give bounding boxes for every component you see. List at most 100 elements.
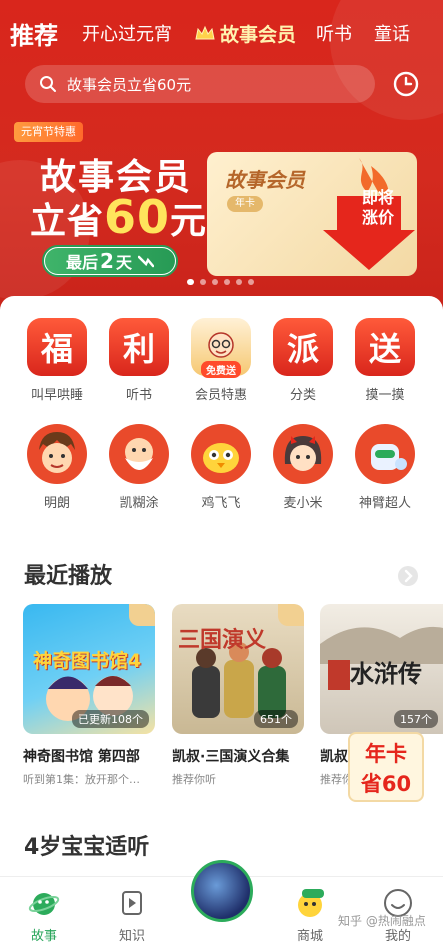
- subheadline-prefix: 立省: [30, 201, 105, 242]
- now-playing-button[interactable]: [191, 860, 253, 922]
- tab-recommend[interactable]: 推荐: [10, 16, 58, 51]
- minglang-avatar: [27, 424, 87, 484]
- banner-subheadline[interactable]: 立省60元: [30, 190, 207, 244]
- maixiaomi-avatar: [273, 424, 333, 484]
- hero-banner-area: 推荐 开心过元宵 故事会员 听书 童话 故事会员立省60元 元宵节特惠 故事会员…: [0, 0, 443, 318]
- vip-card-pill: 年卡: [227, 196, 263, 212]
- grid-item-label: 摸一摸: [365, 388, 405, 403]
- character-label: 明朗: [43, 496, 70, 511]
- vip-card-title: 故事会员: [225, 168, 305, 192]
- jifeifei-avatar: [191, 424, 251, 484]
- tab-fairy-tales[interactable]: 童话: [374, 20, 410, 46]
- character-label: 神臂超人: [358, 496, 411, 511]
- character-shenbi[interactable]: 神臂超人: [350, 424, 420, 511]
- mall-bag-icon: [298, 889, 324, 917]
- grid-item-touch[interactable]: 送 摸一摸: [350, 318, 420, 403]
- boy-face-icon: [39, 432, 75, 473]
- grid-item-label: 会员特惠: [194, 388, 247, 403]
- character-face-icon: [208, 332, 234, 358]
- album-cover-title: 三国演义: [178, 628, 267, 653]
- tab-story-vip[interactable]: 故事会员: [194, 20, 296, 47]
- album-cover-title: 神奇图书馆4: [33, 650, 142, 672]
- search-icon: [40, 76, 56, 92]
- album-card-2[interactable]: 三国演义 651个 凯叔·三国演义合集 推荐你听: [172, 604, 304, 787]
- character-label: 麦小米: [283, 496, 323, 511]
- planet-icon: [28, 893, 60, 915]
- character-maixiaomi[interactable]: 麦小米: [268, 424, 338, 511]
- album-cover: 三国演义 651个: [172, 604, 304, 734]
- tab-label: 故事: [30, 929, 57, 942]
- tab-stories[interactable]: 故事: [14, 887, 74, 942]
- promo-tag: 元宵节特惠: [14, 122, 83, 142]
- subheadline-number: 60: [104, 190, 171, 244]
- promo-line1: 年卡: [365, 742, 407, 766]
- chick-face-icon: [203, 443, 239, 473]
- tab-label: 商城: [296, 929, 323, 942]
- character-label: 鸡飞飞: [201, 496, 241, 511]
- album-subtitle: 听到第1集：放开那个…: [23, 773, 140, 786]
- tab-lantern-festival[interactable]: 开心过元宵: [82, 20, 172, 46]
- crown-icon: [195, 25, 215, 40]
- section-title-recent: 最近播放: [24, 564, 113, 589]
- episode-count: 651个: [254, 710, 298, 728]
- grid-item-label: 叫早哄睡: [30, 388, 83, 403]
- kaihutu-avatar: [109, 424, 169, 484]
- promo-line2: 省60: [360, 772, 412, 796]
- top-nav: 推荐 开心过元宵 故事会员 听书 童话: [0, 0, 443, 66]
- grid-item-vip-deals[interactable]: 免费送 会员特惠: [186, 318, 256, 403]
- vip-card[interactable]: 故事会员 年卡 即将涨价: [207, 152, 417, 276]
- carousel-dot[interactable]: [224, 279, 230, 285]
- annual-card-promo[interactable]: 年卡 省60: [348, 732, 424, 802]
- character-label: 凯糊涂: [119, 496, 159, 511]
- subheadline-suffix: 元: [170, 201, 208, 242]
- grid-item-label: 分类: [289, 388, 316, 403]
- countdown-days: 2: [100, 249, 114, 273]
- album-card-1[interactable]: 神奇图书馆4 已更新108个 神奇图书馆 第四部 听到第1集：放开那个…: [23, 604, 155, 787]
- robot-face-icon: [371, 444, 407, 470]
- countdown-button[interactable]: 最后 2 天: [42, 245, 178, 277]
- search-placeholder: 故事会员立省60元: [67, 75, 192, 94]
- character-jifeifei[interactable]: 鸡飞飞: [186, 424, 256, 511]
- episode-count: 已更新108个: [72, 710, 149, 728]
- tab-knowledge[interactable]: 知识: [102, 887, 162, 942]
- carousel-dot[interactable]: [200, 279, 206, 285]
- grid-item-wake-sleep[interactable]: 福 叫早哄睡: [22, 318, 92, 403]
- album-title: 神奇图书馆 第四部: [23, 749, 140, 765]
- li-icon: 利: [109, 318, 169, 376]
- video-play-icon: [122, 891, 142, 915]
- character-kaihutu[interactable]: 凯糊涂: [104, 424, 174, 511]
- song-icon: 送: [355, 318, 415, 376]
- shenbi-avatar: [355, 424, 415, 484]
- search-input[interactable]: 故事会员立省60元: [25, 65, 375, 103]
- arrow-icon: [137, 255, 154, 268]
- old-man-face-icon: [125, 438, 153, 470]
- vip-corner-badge: [129, 604, 155, 626]
- album-cover: 水浒传 157个: [320, 604, 443, 734]
- girl-face-icon: [284, 436, 322, 471]
- tab-label: 知识: [118, 929, 145, 942]
- album-title: 凯叔·三国演义合集: [172, 749, 290, 765]
- character-minglang[interactable]: 明朗: [22, 424, 92, 511]
- pai-icon: 派: [273, 318, 333, 376]
- grid-item-label: 听书: [125, 388, 152, 403]
- tab-audiobooks[interactable]: 听书: [316, 20, 352, 46]
- section-title-age: 4岁宝宝适听: [24, 835, 150, 860]
- episode-count: 157个: [394, 710, 438, 728]
- carousel-dot[interactable]: [212, 279, 218, 285]
- grid-item-audiobooks[interactable]: 利 听书: [104, 318, 174, 403]
- chevron-right-glyph: [404, 569, 413, 583]
- uncle-kai-icon: 免费送: [191, 318, 251, 378]
- carousel-dot[interactable]: [248, 279, 254, 285]
- carousel-dot[interactable]: [236, 279, 242, 285]
- vip-corner-badge: [278, 604, 304, 626]
- album-cover-title: 水浒传: [350, 660, 422, 688]
- tab-story-vip-label: 故事会员: [220, 23, 297, 46]
- carousel-dot[interactable]: [187, 279, 194, 285]
- grid-item-categories[interactable]: 派 分类: [268, 318, 338, 403]
- chevron-right-icon[interactable]: [398, 566, 418, 586]
- free-badge: 免费送: [201, 361, 241, 378]
- vip-card-stamp-text: 即将涨价: [361, 188, 394, 227]
- album-cover: 神奇图书馆4 已更新108个: [23, 604, 155, 734]
- tab-mall[interactable]: 商城: [280, 887, 340, 942]
- history-clock-icon[interactable]: [391, 69, 421, 99]
